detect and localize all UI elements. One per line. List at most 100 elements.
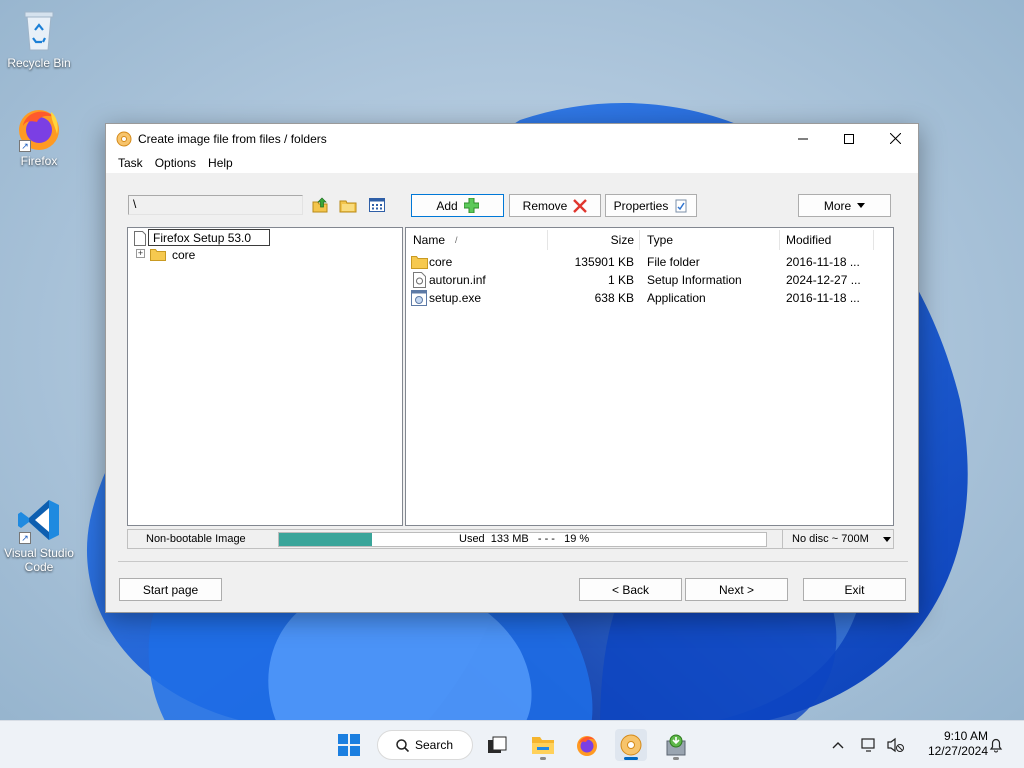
minimize-button[interactable]	[780, 124, 826, 153]
firefox-icon	[577, 736, 597, 756]
maximize-button[interactable]	[826, 124, 872, 153]
clock-date: 12/27/2024	[927, 744, 988, 758]
firefox-icon: ↗	[15, 104, 63, 152]
file-row[interactable]: core 135901 KB File folder 2016-11-18 ..…	[406, 253, 893, 271]
menu-options[interactable]: Options	[149, 156, 202, 170]
installer-taskbar-button[interactable]	[660, 729, 692, 761]
search-icon	[396, 738, 409, 752]
start-button[interactable]	[333, 729, 365, 761]
shortcut-arrow-icon: ↗	[19, 140, 31, 152]
column-header-type[interactable]: Type	[647, 228, 777, 252]
volume-button[interactable]	[880, 729, 912, 761]
task-view-icon	[488, 736, 507, 753]
file-explorer-button[interactable]	[527, 729, 559, 761]
installer-icon	[666, 734, 686, 756]
new-folder-button[interactable]	[338, 195, 358, 215]
inf-file-icon	[413, 272, 426, 288]
disc-size-select[interactable]: No disc ~ 700M	[782, 530, 894, 548]
title-bar[interactable]: Create image file from files / folders	[106, 124, 918, 153]
column-separator[interactable]	[873, 230, 874, 250]
file-row[interactable]: autorun.inf 1 KB Setup Information 2024-…	[406, 271, 893, 289]
desktop-icon-label: Recycle Bin	[7, 56, 71, 70]
more-button-label: More	[823, 198, 852, 213]
properties-icon	[675, 199, 687, 212]
tree-item-core[interactable]: core	[150, 246, 195, 263]
taskbar-clock[interactable]: 9:10 AM 12/27/2024	[912, 729, 988, 759]
file-modified: 2016-11-18 ...	[786, 255, 860, 269]
window-title: Create image file from files / folders	[138, 131, 327, 146]
column-separator[interactable]	[639, 230, 640, 250]
next-button[interactable]: Next >	[685, 578, 788, 601]
start-page-button[interactable]: Start page	[119, 578, 222, 601]
file-size: 135901 KB	[574, 255, 634, 269]
windows-logo-icon	[338, 734, 360, 756]
folder-tree[interactable]: Firefox Setup 53.0 + core	[127, 227, 403, 526]
file-size: 1 KB	[607, 273, 634, 287]
show-hidden-icons-button[interactable]	[822, 729, 854, 761]
properties-button-label: Properties	[613, 198, 669, 213]
column-header-size[interactable]: Size	[552, 228, 634, 252]
task-view-button[interactable]	[481, 729, 513, 761]
disc-usage-bar: Used 133 MB - - - 19 %	[278, 532, 767, 547]
file-row[interactable]: setup.exe 638 KB Application 2016-11-18 …	[406, 289, 893, 307]
properties-button[interactable]: Properties	[605, 194, 697, 217]
green-plus-icon	[463, 198, 479, 213]
status-bar: Non-bootable Image Used 133 MB - - - 19 …	[127, 529, 894, 549]
file-size: 638 KB	[594, 291, 634, 305]
maximize-icon	[844, 133, 854, 144]
remove-button[interactable]: Remove	[509, 194, 601, 217]
recycle-bin-icon	[15, 6, 63, 54]
rename-root-input[interactable]: Firefox Setup 53.0	[148, 229, 270, 246]
go-up-button[interactable]	[310, 195, 330, 215]
add-button-label: Add	[436, 198, 458, 213]
file-modified: 2016-11-18 ...	[786, 291, 860, 305]
file-type: Setup Information	[647, 273, 742, 287]
desktop-icon-label: Firefox	[20, 154, 58, 168]
tree-expand-toggle[interactable]: +	[136, 249, 145, 258]
file-name: setup.exe	[429, 291, 482, 305]
taskbar-search[interactable]: Search	[377, 730, 473, 760]
disc-app-icon	[116, 131, 132, 146]
menu-help[interactable]: Help	[202, 156, 239, 170]
folder-up-arrow-icon	[312, 197, 328, 213]
back-button[interactable]: < Back	[579, 578, 682, 601]
firefox-taskbar-button[interactable]	[571, 729, 603, 761]
network-icon	[861, 738, 875, 752]
desktop-icon-label: Visual Studio Code	[4, 546, 74, 574]
dropdown-arrow-icon	[882, 536, 891, 542]
view-mode-button[interactable]	[367, 195, 387, 215]
column-separator[interactable]	[779, 230, 780, 250]
cd-root-icon	[134, 231, 146, 246]
disc-app-taskbar-button[interactable]	[615, 729, 647, 761]
menu-bar: Task Options Help	[106, 153, 918, 173]
close-button[interactable]	[872, 124, 918, 153]
shortcut-arrow-icon: ↗	[19, 532, 31, 544]
footer-divider	[118, 561, 908, 562]
taskbar: Search 9:10 AM 12/27/2024	[0, 720, 1024, 768]
add-button[interactable]: Add	[411, 194, 504, 217]
disc-usage-fill	[279, 533, 372, 546]
desktop-icon-vscode[interactable]: ↗ Visual Studio Code	[1, 496, 77, 574]
remove-button-label: Remove	[522, 198, 568, 213]
dropdown-arrow-icon	[857, 203, 866, 208]
active-indicator	[624, 757, 638, 760]
column-header-name[interactable]: Name /	[413, 228, 548, 252]
more-button[interactable]: More	[798, 194, 891, 217]
disc-app-icon	[620, 734, 642, 756]
sort-indicator-icon: /	[455, 235, 458, 245]
running-indicator	[540, 757, 546, 760]
tree-item-label: core	[172, 247, 196, 262]
notifications-button[interactable]	[980, 729, 1012, 761]
desktop-icon-firefox[interactable]: ↗ Firefox	[1, 104, 77, 168]
menu-task[interactable]: Task	[112, 156, 149, 170]
column-separator[interactable]	[547, 230, 548, 250]
exit-button[interactable]: Exit	[803, 578, 906, 601]
file-list[interactable]: Name / Size Type Modified core 135901 KB…	[405, 227, 894, 526]
running-indicator	[673, 757, 679, 760]
column-header-modified[interactable]: Modified	[786, 228, 878, 252]
desktop-icon-recycle-bin[interactable]: Recycle Bin	[1, 6, 77, 70]
path-field[interactable]: \	[128, 195, 303, 215]
bell-icon	[989, 738, 1003, 753]
close-icon	[889, 133, 901, 144]
clock-time: 9:10 AM	[943, 729, 988, 743]
